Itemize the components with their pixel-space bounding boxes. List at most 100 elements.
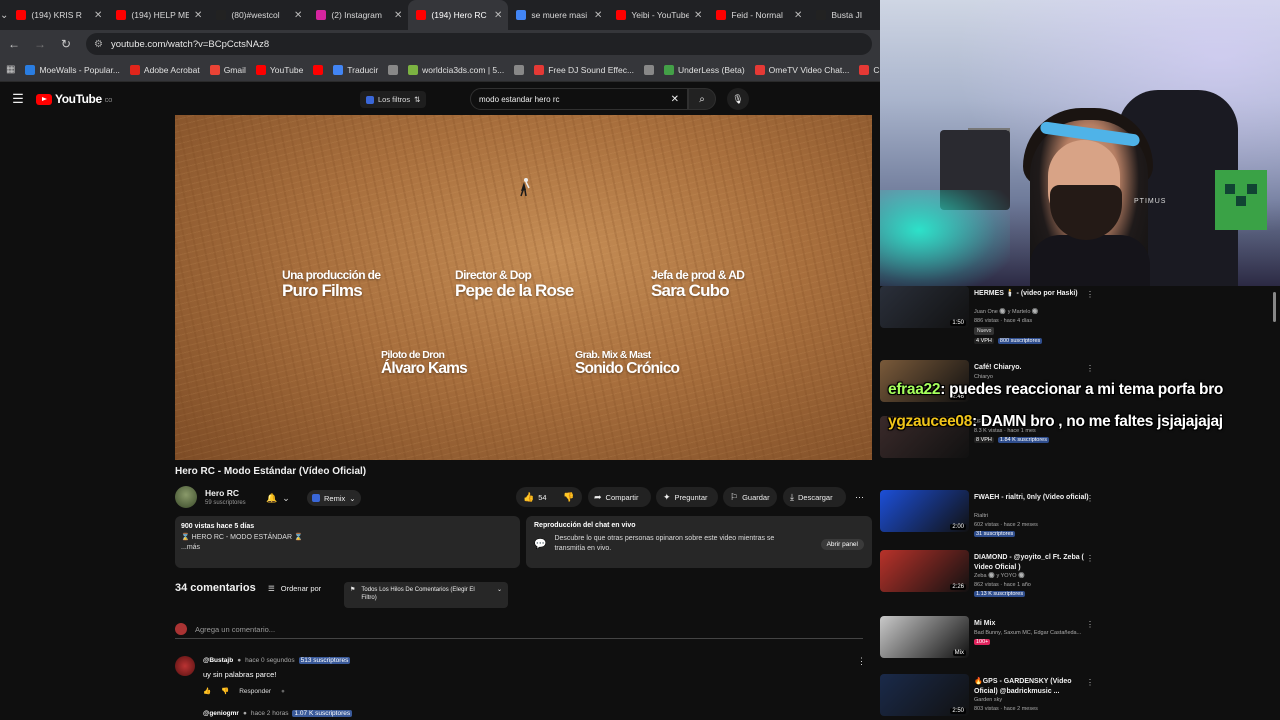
browser-tab[interactable]: (194) KRIS R ✕ <box>8 0 108 30</box>
more-options-icon[interactable]: ⋮ <box>1086 364 1094 373</box>
browser-tab[interactable]: Busta JI <box>808 0 880 30</box>
share-button[interactable]: ➦ Compartir <box>594 489 638 506</box>
bookmark-item[interactable]: Adobe Acrobat <box>129 64 200 75</box>
browser-tab[interactable]: (194) Hero RC ✕ <box>408 0 509 30</box>
browser-tab[interactable]: (194) HELP ME ✕ <box>108 0 208 30</box>
bookmark-item[interactable]: MoeWalls - Popular... <box>25 64 120 75</box>
clear-search-icon[interactable]: ✕ <box>671 94 679 105</box>
close-tab-icon[interactable]: ✕ <box>294 10 302 21</box>
menu-icon[interactable]: ☰ <box>0 91 36 107</box>
commenter-subs: 513 suscriptores <box>298 657 351 664</box>
reload-icon[interactable]: ↻ <box>60 37 72 51</box>
browser-tab[interactable]: Feid - Normal ✕ <box>708 0 808 30</box>
back-icon[interactable]: ← <box>8 37 20 51</box>
bookmark-item[interactable] <box>514 64 525 75</box>
search-button[interactable]: ⌕ <box>688 88 716 110</box>
recommendation-item[interactable]: 2:50 🔥GPS - GARDENSKY (Video Oficial) @ba… <box>880 674 1280 720</box>
bookmark-label: Free DJ Sound Effec... <box>548 64 635 75</box>
video-player[interactable]: Una producción de Puro Films Director & … <box>175 115 872 460</box>
bookmark-item[interactable]: YouTube <box>255 64 303 75</box>
close-tab-icon[interactable]: ✕ <box>94 10 102 21</box>
close-tab-icon[interactable]: ✕ <box>194 10 202 21</box>
add-comment-field[interactable]: Agrega un comentario... <box>175 623 863 639</box>
save-button[interactable]: ⚐ Guardar <box>730 489 770 506</box>
channel-avatar[interactable] <box>175 486 197 508</box>
close-tab-icon[interactable]: ✕ <box>594 10 602 21</box>
channel-name[interactable]: Hero RC <box>205 488 246 498</box>
bookmark-item[interactable]: UnderLess (Beta) <box>664 64 745 75</box>
recommendation-title[interactable]: HERMES 🕯️ - (video por Haski) <box>974 289 1094 299</box>
close-tab-icon[interactable]: ✕ <box>794 10 802 21</box>
video-thumbnail[interactable]: 1:50 <box>880 286 969 328</box>
notification-bell-button[interactable]: 🔔 ⌄ <box>266 490 290 506</box>
bookmark-item[interactable]: OmeTV Video Chat... <box>754 64 849 75</box>
comment-thread-filter[interactable]: ⚑ Todos Los Hilos De Comentarios (Elegir… <box>344 582 508 608</box>
comment-like-icon[interactable]: 👍 <box>203 687 211 695</box>
recommendation-title[interactable]: FWAEH - rialtri, 0nly (Video oficial) <box>974 493 1094 503</box>
more-options-icon[interactable]: ⋮ <box>1086 678 1094 687</box>
bookmark-item[interactable]: Gmail <box>209 64 246 75</box>
bookmark-item[interactable]: Free DJ Sound Effec... <box>534 64 635 75</box>
commenter-avatar[interactable] <box>175 656 195 676</box>
channel-info[interactable]: Hero RC 59 suscriptores <box>175 486 246 508</box>
browser-tab[interactable]: (2) Instagram ✕ <box>308 0 408 30</box>
bookmark-item[interactable]: Traducir <box>333 64 378 75</box>
show-more-link[interactable]: ...más <box>181 543 514 554</box>
bookmark-item[interactable] <box>313 64 324 75</box>
bookmark-item[interactable]: worldcia3ds.com | 5... <box>408 64 504 75</box>
recommendations-scrollbar[interactable] <box>1273 292 1276 322</box>
close-tab-icon[interactable]: ✕ <box>394 10 402 21</box>
youtube-logo[interactable]: YouTube CO <box>36 92 112 106</box>
bookmark-icon <box>664 64 675 75</box>
more-options-icon[interactable]: ⋮ <box>1086 554 1094 563</box>
open-chat-panel-button[interactable]: Abrir panel <box>820 538 864 550</box>
close-tab-icon[interactable]: ✕ <box>494 10 502 21</box>
tab-search-icon[interactable]: ⌄ <box>0 0 8 30</box>
recommendation-item[interactable]: Mix Mi Mix Bad Bunny, Saxum MC, Edgar Cast… <box>880 616 1280 676</box>
address-bar[interactable]: ⚙ youtube.com/watch?v=BCpCctsNAz8 <box>86 33 872 55</box>
dislike-button[interactable]: 👎 <box>563 489 574 506</box>
browser-tab[interactable]: se muere masi ✕ <box>508 0 608 30</box>
bookmark-item[interactable] <box>644 64 655 75</box>
apps-icon[interactable]: ▦ <box>6 64 15 75</box>
like-button[interactable]: 👍 54 <box>523 489 547 506</box>
voice-search-button[interactable]: 🎙 <box>727 88 749 110</box>
comment-more-icon[interactable]: ⋮ <box>857 656 866 667</box>
video-title: Hero RC - Modo Estándar (Vídeo Oficial) <box>175 466 367 477</box>
video-thumbnail[interactable]: 2:26 <box>880 550 969 592</box>
reply-button[interactable]: Responder <box>239 688 271 695</box>
commenter-name[interactable]: @Bustajb <box>203 657 233 664</box>
more-options-icon[interactable]: ⋮ <box>1086 494 1094 503</box>
remix-button[interactable]: Remix ⌄ <box>307 490 361 506</box>
bookmark-item[interactable]: Ch <box>859 64 880 75</box>
recommendation-item[interactable]: 2:00 FWAEH - rialtri, 0nly (Video oficial… <box>880 490 1280 550</box>
more-options-icon[interactable]: ⋮ <box>1086 290 1094 299</box>
video-thumbnail[interactable]: 2:50 <box>880 674 969 716</box>
sort-comments-button[interactable]: ☰ Ordenar por <box>268 584 321 593</box>
comment-dislike-icon[interactable]: 👎 <box>221 687 229 695</box>
browser-tab[interactable]: Yeibi - YouTube ✕ <box>608 0 708 30</box>
video-thumbnail[interactable]: 2:00 <box>880 490 969 532</box>
search-input[interactable]: modo estandar hero rc ✕ <box>470 88 688 110</box>
ask-button[interactable]: ✦ Preguntar <box>663 489 707 506</box>
forward-icon[interactable]: → <box>34 37 46 51</box>
commenter-name[interactable]: @geniogmr <box>203 710 239 717</box>
video-thumbnail[interactable]: Mix <box>880 616 969 658</box>
recommendation-channel: Rialtri <box>974 513 989 519</box>
download-button[interactable]: ⤓ Descargar <box>790 489 833 506</box>
recommendation-title[interactable]: 🔥GPS - GARDENSKY (Video Oficial) @badric… <box>974 677 1094 696</box>
site-info-icon[interactable]: ⚙ <box>94 39 103 50</box>
recommendation-title[interactable]: DIAMOND - @yoyito_cl Ft. Zeba ( Video Of… <box>974 553 1094 572</box>
recommendation-title[interactable]: Mi Mix <box>974 619 1094 629</box>
recommendation-title[interactable]: Café! Chiaryo. <box>974 363 1094 373</box>
close-tab-icon[interactable]: ✕ <box>694 10 702 21</box>
bookmark-item[interactable] <box>388 64 399 75</box>
creator-heart-icon[interactable]: ● <box>281 688 285 695</box>
more-options-icon[interactable]: ⋮ <box>1086 620 1094 629</box>
browser-tab[interactable]: (80)#westcol ✕ <box>208 0 308 30</box>
recommendation-item[interactable]: 1:50 HERMES 🕯️ - (video por Haski) Juan On… <box>880 286 1280 346</box>
recommendation-item[interactable]: 2:26 DIAMOND - @yoyito_cl Ft. Zeba ( Vide… <box>880 550 1280 610</box>
more-actions-button[interactable]: ⋯ <box>855 489 864 506</box>
video-description[interactable]: 900 vistas hace 5 días ⌛ HERO RC - MODO … <box>175 516 520 568</box>
filters-extension-button[interactable]: Los filtros ⇅ <box>360 91 427 108</box>
